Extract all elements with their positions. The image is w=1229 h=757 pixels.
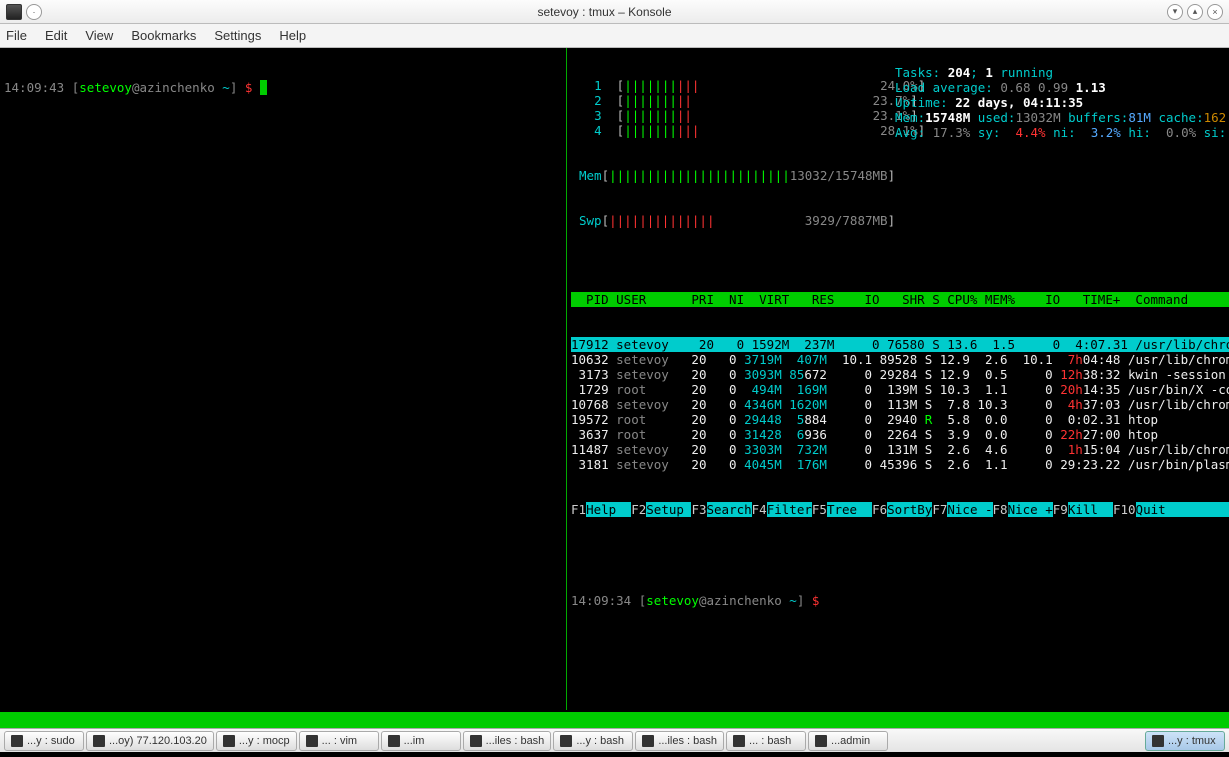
taskbar-item[interactable]: ...iles : bash [463, 731, 552, 751]
prompt-path: ~ [222, 80, 230, 95]
menu-bookmarks[interactable]: Bookmarks [131, 28, 196, 43]
taskbar-item[interactable]: ...im [381, 731, 461, 751]
htop-header: PID USER PRI NI VIRT RES IO SHR S CPU% M… [571, 292, 1229, 307]
terminal-icon [1152, 735, 1164, 747]
terminal-icon [223, 735, 235, 747]
terminal-icon [306, 735, 318, 747]
menu-help[interactable]: Help [279, 28, 306, 43]
menu-edit[interactable]: Edit [45, 28, 67, 43]
process-row[interactable]: 17912 setevoy 20 0 1592M 237M 0 76580 S … [571, 337, 1229, 352]
app-icon [6, 4, 22, 20]
tmux-pane-left[interactable]: 14:09:43 [setevoy@azinchenko ~] $ [0, 48, 565, 710]
process-row[interactable]: 11487 setevoy 20 0 3303M 732M 0 131M S 2… [571, 442, 1229, 457]
process-row[interactable]: 3173 setevoy 20 0 3093M 85672 0 29284 S … [571, 367, 1229, 382]
menu-button[interactable]: · [26, 4, 42, 20]
minimize-button[interactable]: ▾ [1167, 4, 1183, 20]
taskbar-item[interactable]: ...oy) 77.120.103.20 [86, 731, 214, 751]
maximize-button[interactable]: ▴ [1187, 4, 1203, 20]
taskbar-item[interactable]: ... : vim [299, 731, 379, 751]
htop-swp-meter: Swp[|||||||||||||| 3929/7887MB] [571, 213, 1229, 228]
htop-summary: Tasks: 204; 1 running Load average: 0.68… [895, 50, 1226, 140]
prompt-host: azinchenko [140, 80, 215, 95]
process-row[interactable]: 3181 setevoy 20 0 4045M 176M 0 45396 S 2… [571, 457, 1229, 472]
taskbar-item[interactable]: ...y : sudo [4, 731, 84, 751]
terminal-icon [733, 735, 745, 747]
terminal-icon [560, 735, 572, 747]
close-button[interactable]: × [1207, 4, 1223, 20]
taskbar-item[interactable]: ...y : mocp [216, 731, 297, 751]
menu-file[interactable]: File [6, 28, 27, 43]
terminal[interactable]: 14:09:43 [setevoy@azinchenko ~] $ 1 [|||… [0, 48, 1229, 728]
terminal-icon [815, 735, 827, 747]
taskbar-item[interactable]: ...admin [808, 731, 888, 751]
process-row[interactable]: 10632 setevoy 20 0 3719M 407M 10.1 89528… [571, 352, 1229, 367]
terminal-icon [388, 735, 400, 747]
process-row[interactable]: 1729 root 20 0 494M 169M 0 139M S 10.3 1… [571, 382, 1229, 397]
process-row[interactable]: 3637 root 20 0 31428 6936 0 2264 S 3.9 0… [571, 427, 1229, 442]
taskbar-item[interactable]: ...iles : bash [635, 731, 724, 751]
prompt-time: 14:09:43 [4, 80, 64, 95]
window-title: setevoy : tmux – Konsole [48, 5, 1161, 19]
htop-mem-meter: Mem[||||||||||||||||||||||||13032/15748M… [571, 168, 1229, 183]
menu-view[interactable]: View [85, 28, 113, 43]
taskbar-item[interactable]: ...y : tmux [1145, 731, 1225, 751]
taskbar-item[interactable]: ...y : bash [553, 731, 633, 751]
taskbar-item[interactable]: ... : bash [726, 731, 806, 751]
tmux-statusbar: [0] 0:bash* "azinchenko" 14:09 25-Nov-16 [0, 712, 1229, 728]
process-row[interactable]: 19572 root 20 0 29448 5884 0 2940 R 5.8 … [571, 412, 1229, 427]
tmux-pane-right[interactable]: 1 [|||||||||| 24.0%] 2 [||||||||| 23.7%]… [566, 48, 1229, 710]
window-titlebar: · setevoy : tmux – Konsole ▾ ▴ × [0, 0, 1229, 24]
terminal-icon [642, 735, 654, 747]
terminal-icon [470, 735, 482, 747]
menubar: File Edit View Bookmarks Settings Help [0, 24, 1229, 48]
menu-settings[interactable]: Settings [214, 28, 261, 43]
terminal-icon [11, 735, 23, 747]
prompt-time-right: 14:09:34 [571, 593, 631, 608]
prompt-user: setevoy [79, 80, 132, 95]
htop-fnkeys[interactable]: F1Help F2Setup F3SearchF4FilterF5Tree F6… [571, 502, 1229, 517]
process-row[interactable]: 10768 setevoy 20 0 4346M 1620M 0 113M S … [571, 397, 1229, 412]
htop-processes[interactable]: 17912 setevoy 20 0 1592M 237M 0 76580 S … [571, 337, 1229, 472]
terminal-icon [93, 735, 105, 747]
taskbar: ...y : sudo...oy) 77.120.103.20...y : mo… [0, 728, 1229, 752]
